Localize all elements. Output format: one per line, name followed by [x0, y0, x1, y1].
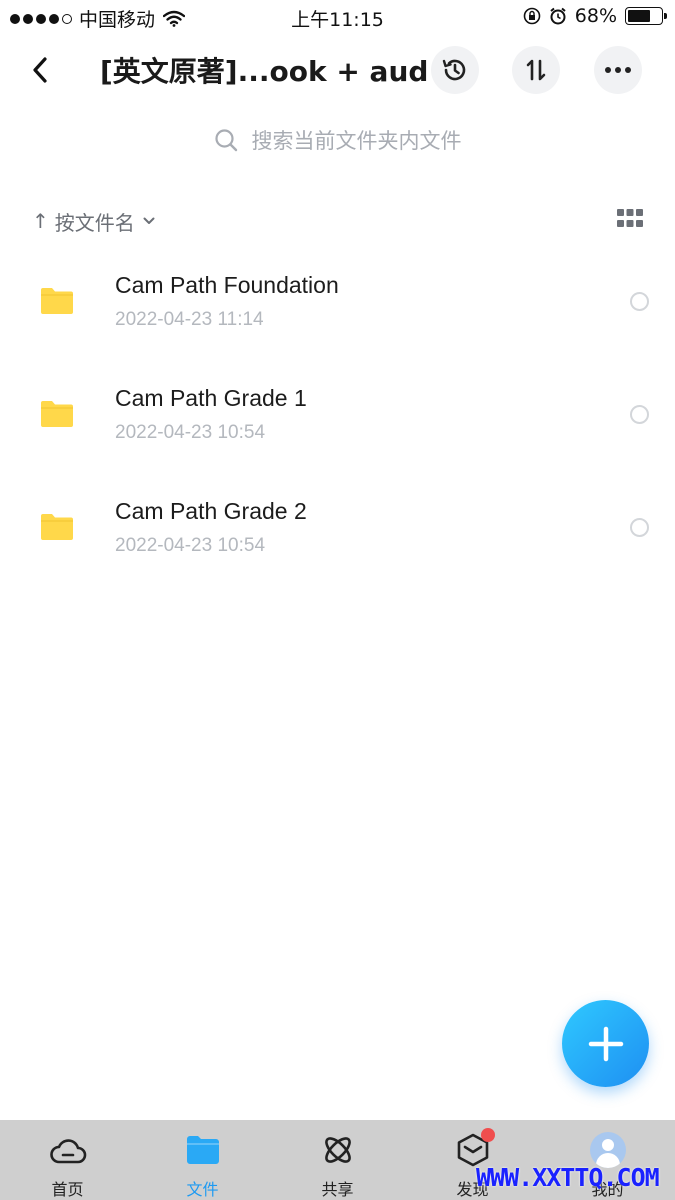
select-radio[interactable]	[630, 405, 649, 424]
select-radio[interactable]	[630, 292, 649, 311]
select-radio[interactable]	[630, 518, 649, 537]
tab-files[interactable]: 文件	[135, 1120, 270, 1200]
watermark-text: WWW.XXTTQ.COM	[476, 1163, 660, 1192]
tab-home[interactable]: 首页	[0, 1120, 135, 1200]
grid-view-icon[interactable]	[617, 209, 643, 229]
battery-percent: 68%	[574, 5, 617, 27]
status-bar-right: 68%	[523, 5, 667, 27]
file-name: Cam Path Grade 1	[115, 385, 307, 411]
tab-label: 共享	[321, 1180, 354, 1199]
sort-direction-arrow[interactable]: ↑	[32, 209, 49, 233]
file-list-item[interactable]: Cam Path Grade 2 2022-04-23 10:54	[0, 478, 675, 591]
file-browser-screen: 中国移动 上午11:15 68% [英文原著]...ook + audio 搜索…	[0, 0, 675, 1200]
file-list-item[interactable]: Cam Path Grade 1 2022-04-23 10:54	[0, 365, 675, 478]
folder-icon	[183, 1130, 223, 1170]
cloud-icon	[48, 1130, 88, 1170]
folder-icon	[41, 514, 73, 540]
sort-arrows-icon	[526, 59, 546, 81]
sort-button[interactable]	[512, 46, 560, 94]
file-list-item[interactable]: Cam Path Foundation 2022-04-23 11:14	[0, 252, 675, 365]
tab-label: 首页	[51, 1180, 84, 1199]
more-dots-icon	[605, 67, 631, 73]
alarm-icon	[550, 7, 566, 25]
back-chevron-icon	[33, 57, 47, 83]
tab-label: 文件	[186, 1180, 219, 1199]
history-button[interactable]	[431, 46, 479, 94]
battery-icon	[625, 7, 667, 25]
chevron-down-icon[interactable]	[143, 217, 155, 225]
more-button[interactable]	[594, 46, 642, 94]
rotation-lock-icon	[523, 7, 541, 25]
notification-badge	[480, 1128, 495, 1142]
sort-label[interactable]: 按文件名	[55, 207, 135, 236]
history-icon	[442, 59, 466, 81]
battery-fill	[628, 10, 650, 22]
sort-row: ↑ 按文件名	[32, 205, 647, 237]
file-date: 2022-04-23 11:14	[115, 309, 264, 330]
search-bar[interactable]: 搜索当前文件夹内文件	[0, 122, 675, 158]
file-name: Cam Path Foundation	[115, 272, 339, 298]
back-button[interactable]	[22, 52, 58, 88]
tab-share[interactable]: 共享	[270, 1120, 405, 1200]
plus-icon	[588, 1026, 623, 1061]
file-date: 2022-04-23 10:54	[115, 535, 266, 556]
atom-icon	[318, 1130, 358, 1170]
folder-icon	[41, 401, 73, 427]
file-list: Cam Path Foundation 2022-04-23 11:14 Cam…	[0, 252, 675, 591]
status-bar: 中国移动 上午11:15 68%	[0, 0, 675, 34]
add-button[interactable]	[562, 1000, 649, 1087]
search-placeholder: 搜索当前文件夹内文件	[251, 129, 462, 153]
page-title: [英文原著]...ook + audio	[100, 55, 430, 88]
nav-bar: [英文原著]...ook + audio	[0, 40, 675, 100]
file-name: Cam Path Grade 2	[115, 498, 307, 524]
file-date: 2022-04-23 10:54	[115, 422, 266, 443]
folder-icon	[41, 288, 73, 314]
search-icon	[214, 129, 237, 152]
